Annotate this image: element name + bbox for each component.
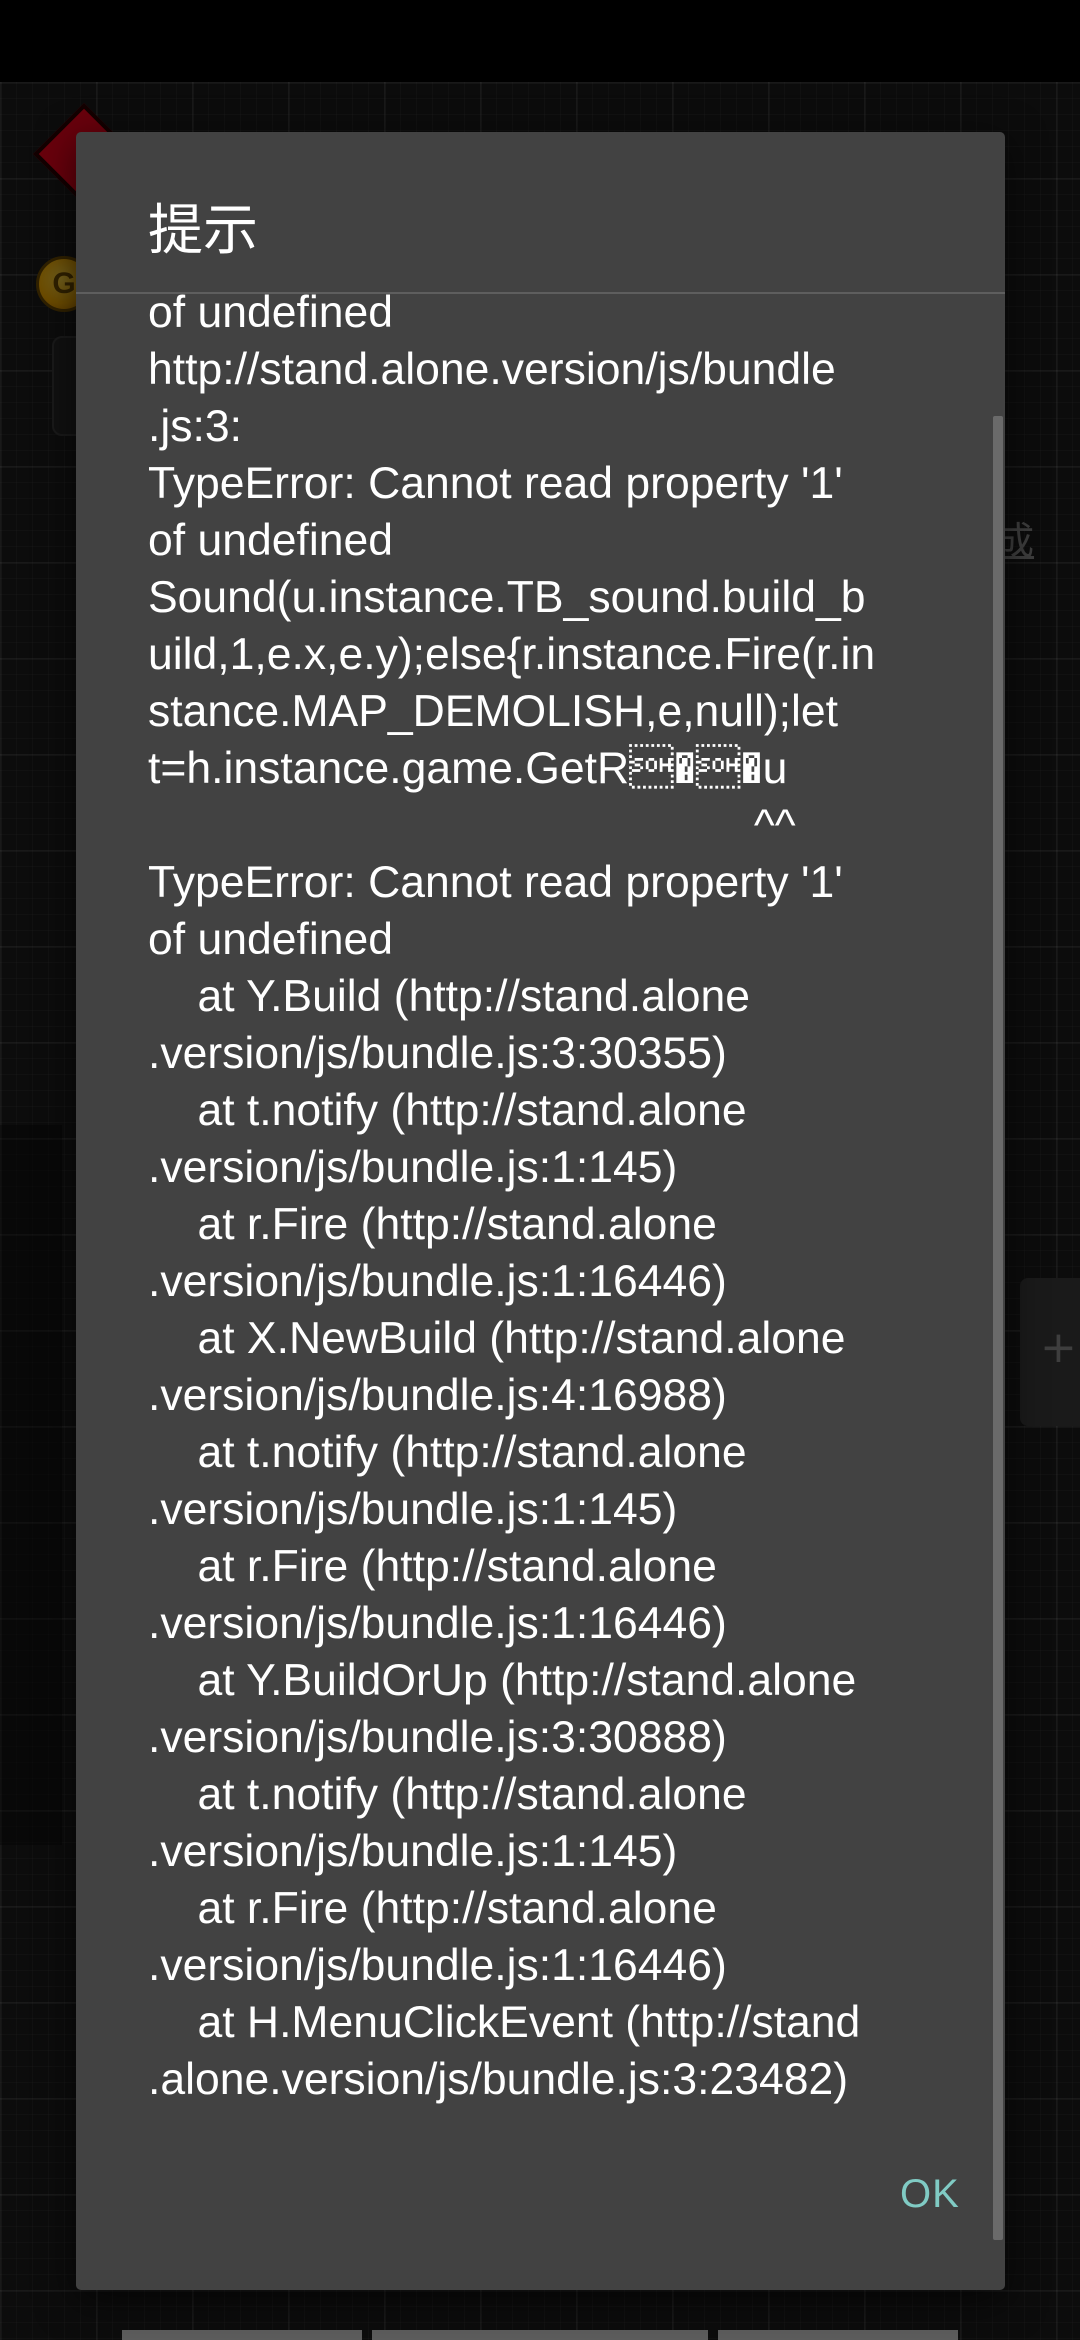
error-message-text: of undefined http://stand.alone.version/… xyxy=(148,294,876,2104)
scrollbar[interactable] xyxy=(993,416,1003,2240)
ok-button[interactable]: OK xyxy=(880,2152,980,2236)
message-scroll-area[interactable]: of undefined http://stand.alone.version/… xyxy=(76,294,1005,2240)
error-dialog: 提示 of undefined http://stand.alone.versi… xyxy=(76,132,1005,2290)
dialog-title: 提示 xyxy=(148,198,259,262)
app-screen: G 成 + 提示 of undefined http://stand.alone… xyxy=(0,0,1080,2340)
